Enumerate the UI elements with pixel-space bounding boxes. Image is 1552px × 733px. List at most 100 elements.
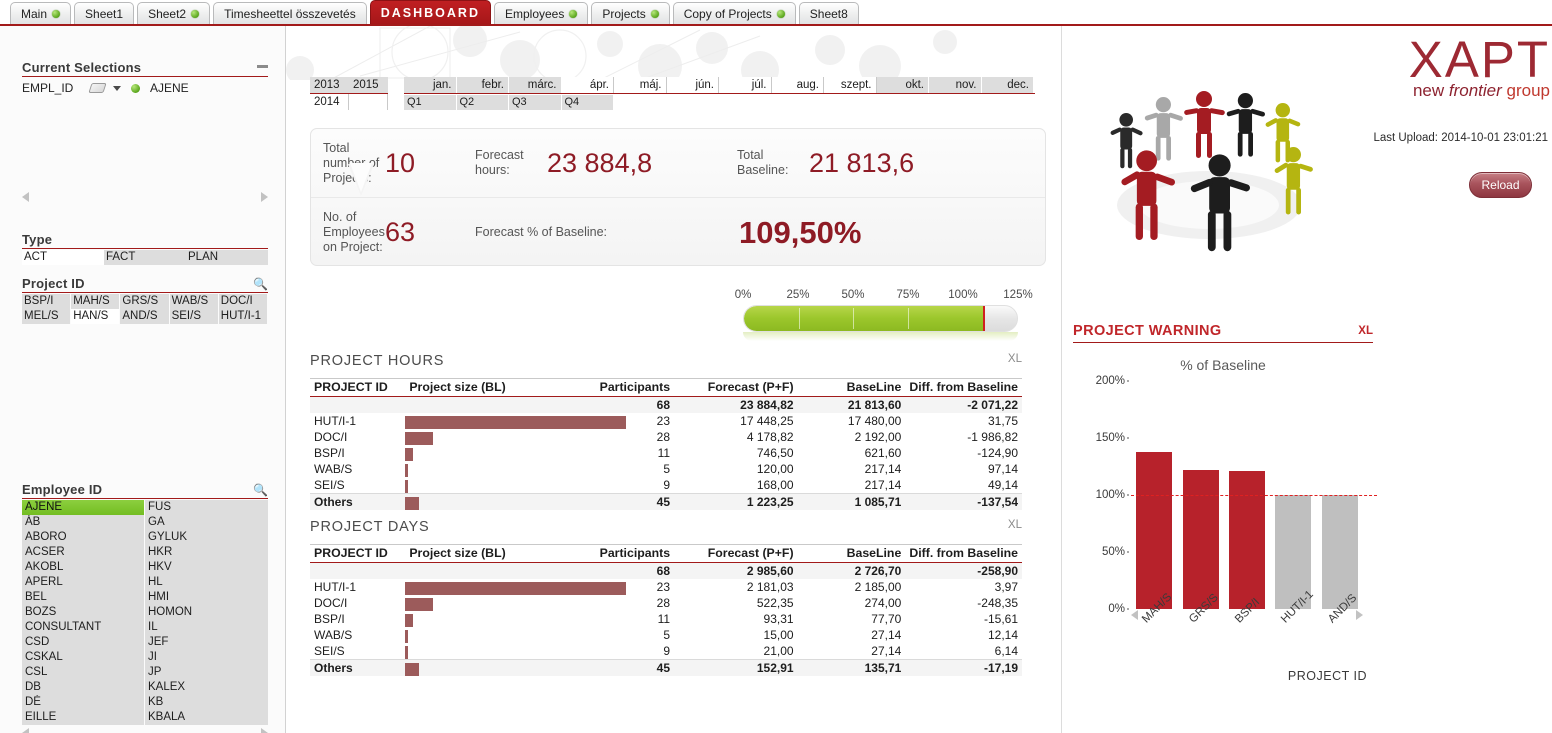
employee-id-cell[interactable]: DB <box>22 680 145 695</box>
table-row[interactable]: HUT/I-1 23 17 448,25 17 480,00 31,75 <box>310 413 1022 429</box>
scroll-left-icon[interactable] <box>1131 610 1138 620</box>
table-row[interactable]: DOC/I 28 522,35 274,00 -248,35 <box>310 595 1022 611</box>
employee-id-cell[interactable]: KBALA <box>145 710 268 725</box>
table-row[interactable]: HUT/I-1 23 2 181,03 2 185,00 3,97 <box>310 579 1022 595</box>
employee-id-cell[interactable]: CONSULTANT <box>22 620 145 635</box>
clear-selection-icon[interactable] <box>88 83 107 93</box>
reload-button[interactable]: Reload <box>1469 172 1532 198</box>
table-row[interactable]: SEI/S 9 21,00 27,14 6,14 <box>310 643 1022 660</box>
month-cell[interactable]: jan. <box>404 77 457 93</box>
year-cell[interactable] <box>349 94 388 110</box>
sheet-tab-sheet8[interactable]: Sheet8 <box>798 2 859 24</box>
project-id-cell[interactable]: GRS/S <box>120 294 170 309</box>
project-id-cell[interactable]: MEL/S <box>22 309 72 324</box>
employee-id-cell[interactable]: FUS <box>145 500 268 515</box>
employee-id-cell[interactable]: BOZS <box>22 605 145 620</box>
employee-id-cell[interactable]: HKR <box>145 545 268 560</box>
month-cell[interactable]: okt. <box>876 77 929 93</box>
month-cell[interactable]: szept. <box>824 77 877 93</box>
column-header[interactable]: Participants <box>586 544 675 563</box>
sheet-tab-timesheettel-sszevet-s[interactable]: Timesheettel összevetés <box>213 2 367 24</box>
employee-id-cell[interactable]: BEL <box>22 590 145 605</box>
employee-id-cell[interactable]: DÉ <box>22 695 145 710</box>
chevron-down-icon[interactable] <box>113 85 121 91</box>
employee-id-cell[interactable]: ÁB <box>22 515 145 530</box>
minimize-icon[interactable] <box>257 65 268 68</box>
employee-id-cell[interactable]: ACSER <box>22 545 145 560</box>
chart-bar[interactable] <box>1136 451 1173 609</box>
project-id-cell[interactable]: BSP/I <box>22 294 72 309</box>
sheet-tab-copy-of-projects[interactable]: Copy of Projects <box>672 2 796 24</box>
employee-id-cell[interactable]: HOMON <box>145 605 268 620</box>
employee-id-cell[interactable]: CSL <box>22 665 145 680</box>
project-warning-xl-export[interactable]: XL <box>1358 325 1373 337</box>
column-header[interactable]: PROJECT ID <box>310 378 406 397</box>
employee-id-cell[interactable]: HL <box>145 575 268 590</box>
scroll-right-icon[interactable] <box>261 728 268 733</box>
month-cell[interactable]: febr. <box>456 77 509 93</box>
column-header[interactable]: BaseLine <box>797 544 906 563</box>
chart-bar[interactable] <box>1182 469 1219 609</box>
employee-id-cell[interactable]: JP <box>145 665 268 680</box>
year-cell[interactable]: 2013 <box>310 77 349 93</box>
project-id-cell[interactable]: HAN/S <box>71 309 121 324</box>
employee-id-cell[interactable]: HMI <box>145 590 268 605</box>
column-header[interactable]: BaseLine <box>797 378 906 397</box>
table-row[interactable]: BSP/I 11 93,31 77,70 -15,61 <box>310 611 1022 627</box>
project-id-cell[interactable]: AND/S <box>120 309 170 324</box>
employee-id-cell[interactable]: CSKAL <box>22 650 145 665</box>
employee-id-cell[interactable]: GYLUK <box>145 530 268 545</box>
column-header[interactable]: Participants <box>586 378 675 397</box>
month-cell[interactable]: aug. <box>771 77 824 93</box>
quarter-cell[interactable]: Q2 <box>456 95 509 110</box>
column-header[interactable]: Diff. from Baseline <box>905 544 1022 563</box>
table-row[interactable]: 68 2 985,60 2 726,70 -258,90 <box>310 562 1022 579</box>
employee-id-cell[interactable]: JEF <box>145 635 268 650</box>
sheet-tab-dashboard[interactable]: DASHBOARD <box>369 0 491 24</box>
table-row[interactable]: SEI/S 9 168,00 217,14 49,14 <box>310 477 1022 494</box>
table-row[interactable]: WAB/S 5 120,00 217,14 97,14 <box>310 461 1022 477</box>
search-icon[interactable]: 🔍 <box>253 484 268 496</box>
sheet-tab-sheet2[interactable]: Sheet2 <box>137 2 211 24</box>
project-id-cell[interactable]: DOC/I <box>218 294 268 309</box>
type-value-cell[interactable]: FACT <box>104 250 186 265</box>
employee-id-cell[interactable]: GA <box>145 515 268 530</box>
sheet-tab-projects[interactable]: Projects <box>591 2 670 24</box>
current-selections-scrollbar[interactable] <box>22 189 268 204</box>
project-days-xl-export[interactable]: XL <box>1008 519 1022 531</box>
scroll-track[interactable] <box>1141 612 1353 619</box>
year-cell[interactable]: 2014 <box>310 94 349 110</box>
column-header[interactable]: Forecast (P+F) <box>674 544 798 563</box>
project-id-cell[interactable]: SEI/S <box>169 309 219 324</box>
scroll-track[interactable] <box>33 194 257 201</box>
scroll-left-icon[interactable] <box>22 192 29 202</box>
quarter-cell[interactable]: Q3 <box>509 95 562 110</box>
table-row[interactable]: WAB/S 5 15,00 27,14 12,14 <box>310 627 1022 643</box>
employee-id-cell[interactable]: KALEX <box>145 680 268 695</box>
month-cell[interactable]: ápr. <box>561 77 614 93</box>
month-cell[interactable]: nov. <box>929 77 982 93</box>
employee-id-cell[interactable]: EILLE <box>22 710 145 725</box>
employee-id-cell[interactable]: AKOBL <box>22 560 145 575</box>
column-header[interactable]: Diff. from Baseline <box>905 378 1022 397</box>
column-header[interactable]: Project size (BL) <box>405 544 587 563</box>
month-cell[interactable]: máj. <box>614 77 667 93</box>
quarter-cell[interactable]: Q1 <box>404 95 457 110</box>
month-cell[interactable]: jún. <box>666 77 719 93</box>
table-row[interactable]: 68 23 884,82 21 813,60 -2 071,22 <box>310 396 1022 413</box>
month-cell[interactable]: dec. <box>981 77 1034 93</box>
chart-scrollbar[interactable] <box>1131 610 1363 620</box>
employee-id-cell[interactable]: IL <box>145 620 268 635</box>
project-id-cell[interactable]: MAH/S <box>71 294 121 309</box>
employee-id-cell[interactable]: CSD <box>22 635 145 650</box>
table-row[interactable]: Others 45 1 223,25 1 085,71 -137,54 <box>310 493 1022 510</box>
employee-id-cell[interactable]: AJENE <box>22 500 145 515</box>
project-id-cell[interactable]: HUT/I-1 <box>218 309 268 324</box>
project-id-cell[interactable]: WAB/S <box>169 294 219 309</box>
sheet-tab-employees[interactable]: Employees <box>493 2 589 24</box>
month-cell[interactable]: márc. <box>509 77 562 93</box>
scroll-right-icon[interactable] <box>261 192 268 202</box>
quarter-cell[interactable]: Q4 <box>561 95 614 110</box>
scroll-left-icon[interactable] <box>22 728 29 733</box>
employee-id-scrollbar[interactable] <box>22 725 268 733</box>
